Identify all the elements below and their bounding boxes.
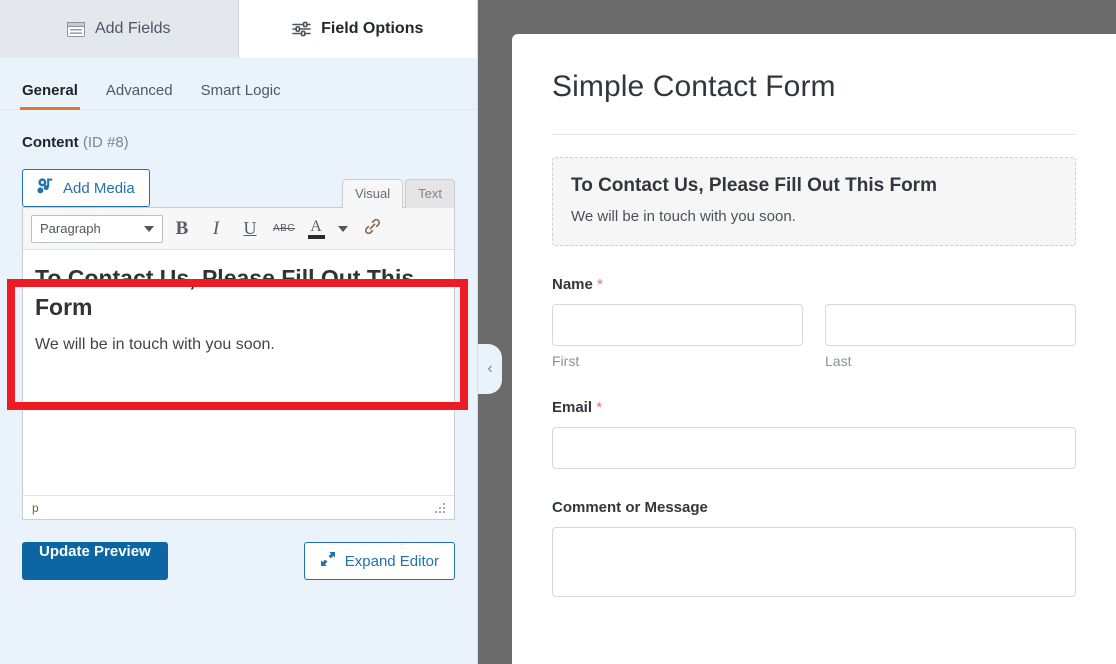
- editor-resize-handle[interactable]: [435, 502, 445, 513]
- name-sublabels: First Last: [552, 353, 1076, 369]
- name-first-input[interactable]: [552, 304, 803, 346]
- media-and-editor-tabs-row: Add Media Visual Text: [22, 169, 455, 208]
- add-media-icon: [37, 178, 55, 198]
- link-icon: [363, 217, 382, 241]
- builder-tabbar: Add Fields Field Options: [0, 0, 477, 58]
- bold-label: B: [175, 217, 189, 239]
- content-field-id: (ID #8): [82, 134, 129, 151]
- expand-editor-button[interactable]: Expand Editor: [303, 542, 455, 580]
- chevron-down-icon: [338, 225, 348, 232]
- tab-field-options-label: Field Options: [321, 20, 424, 37]
- text-color-button[interactable]: A: [303, 214, 329, 244]
- tab-add-fields[interactable]: Add Fields: [0, 0, 239, 58]
- fields-list-icon: [66, 21, 85, 37]
- editor-tab-text[interactable]: Text: [405, 179, 455, 208]
- wysiwyg-editor: Paragraph B I U ABC A To Contact Us, Ple…: [22, 207, 455, 520]
- form-builder-screen: Add Fields Field Options General Advance…: [0, 0, 1116, 664]
- sliders-icon: [292, 21, 311, 37]
- field-options-subtabs: General Advanced Smart Logic: [0, 58, 477, 110]
- paragraph-format-select[interactable]: Paragraph: [31, 214, 163, 243]
- email-required-asterisk: *: [596, 399, 603, 416]
- editor-element-path: p: [32, 500, 39, 515]
- preview-block-heading: To Contact Us, Please Fill Out This Form: [571, 175, 937, 196]
- add-media-button[interactable]: Add Media: [22, 169, 150, 207]
- subtab-advanced-label: Advanced: [105, 82, 173, 99]
- panel-collapse-toggle[interactable]: ‹: [478, 344, 502, 394]
- editor-toolbar: Paragraph B I U ABC A: [23, 208, 454, 250]
- insert-link-button[interactable]: [357, 214, 387, 244]
- email-input[interactable]: [552, 427, 1076, 469]
- add-media-label: Add Media: [63, 179, 135, 197]
- name-last-input[interactable]: [825, 304, 1076, 346]
- preview-field-name[interactable]: Name * First Last: [552, 276, 1076, 369]
- tab-add-fields-label: Add Fields: [94, 20, 171, 37]
- strikethrough-label: ABC: [272, 223, 296, 234]
- text-color-swatch: [307, 234, 325, 239]
- editor-action-row: Update Preview Expand Editor: [22, 542, 455, 580]
- name-field-label-text: Name: [552, 276, 593, 293]
- editor-tab-visual[interactable]: Visual: [341, 179, 404, 208]
- email-field-label-text: Email: [552, 399, 593, 416]
- chevron-left-icon: ‹: [487, 360, 493, 377]
- name-field-label: Name *: [552, 276, 1076, 293]
- text-color-label: A: [310, 217, 322, 235]
- preview-block-paragraph: We will be in touch with you soon.: [571, 208, 796, 225]
- italic-label: I: [212, 217, 220, 239]
- underline-label: U: [243, 218, 257, 238]
- editor-content-area[interactable]: To Contact Us, Please Fill Out This Form…: [23, 250, 454, 495]
- tab-field-options[interactable]: Field Options: [238, 0, 477, 58]
- underline-button[interactable]: U: [235, 214, 265, 244]
- paragraph-format-value: Paragraph: [40, 221, 101, 236]
- chevron-down-icon: [144, 225, 154, 232]
- expand-editor-label: Expand Editor: [344, 552, 439, 570]
- subtab-smart-logic[interactable]: Smart Logic: [201, 82, 281, 109]
- preview-form-title: Simple Contact Form: [552, 70, 836, 103]
- subtab-advanced[interactable]: Advanced: [106, 82, 173, 109]
- name-inputs-row: [552, 304, 1076, 346]
- update-preview-label: Update Preview: [39, 543, 151, 560]
- strikethrough-button[interactable]: ABC: [269, 214, 299, 244]
- editor-tab-visual-label: Visual: [354, 186, 391, 201]
- editor-heading-text: To Contact Us, Please Fill Out This Form: [35, 265, 415, 320]
- subtab-general-label: General: [22, 82, 78, 99]
- editor-paragraph-text: We will be in touch with you soon.: [35, 335, 275, 353]
- preview-html-field-block[interactable]: To Contact Us, Please Fill Out This Form…: [552, 157, 1076, 246]
- comment-field-label-text: Comment or Message: [552, 499, 708, 516]
- left-builder-panel: Add Fields Field Options General Advance…: [0, 0, 478, 664]
- editor-mode-tabs: Visual Text: [340, 179, 455, 208]
- comment-textarea[interactable]: [552, 527, 1076, 597]
- editor-status-bar: p: [23, 495, 454, 519]
- email-field-label: Email *: [552, 399, 1076, 416]
- name-last-sublabel: Last: [825, 353, 852, 369]
- subtab-smart-logic-label: Smart Logic: [200, 82, 281, 99]
- preview-field-email[interactable]: Email *: [552, 399, 1076, 469]
- text-color-dropdown-button[interactable]: [333, 214, 353, 244]
- content-label-text: Content: [22, 134, 79, 151]
- editor-tab-text-label: Text: [418, 186, 442, 201]
- content-section-label: Content (ID #8): [0, 110, 477, 151]
- bold-button[interactable]: B: [167, 214, 197, 244]
- subtab-general[interactable]: General: [20, 82, 80, 110]
- comment-field-label: Comment or Message: [552, 499, 1076, 516]
- name-required-asterisk: *: [597, 276, 603, 293]
- preview-divider: [552, 134, 1076, 135]
- italic-button[interactable]: I: [201, 214, 231, 244]
- preview-field-comment[interactable]: Comment or Message: [552, 499, 1076, 597]
- expand-arrows-icon: [320, 551, 336, 571]
- name-first-sublabel: First: [552, 353, 580, 369]
- form-preview-panel: Simple Contact Form To Contact Us, Pleas…: [512, 34, 1116, 664]
- update-preview-button[interactable]: Update Preview: [22, 542, 168, 580]
